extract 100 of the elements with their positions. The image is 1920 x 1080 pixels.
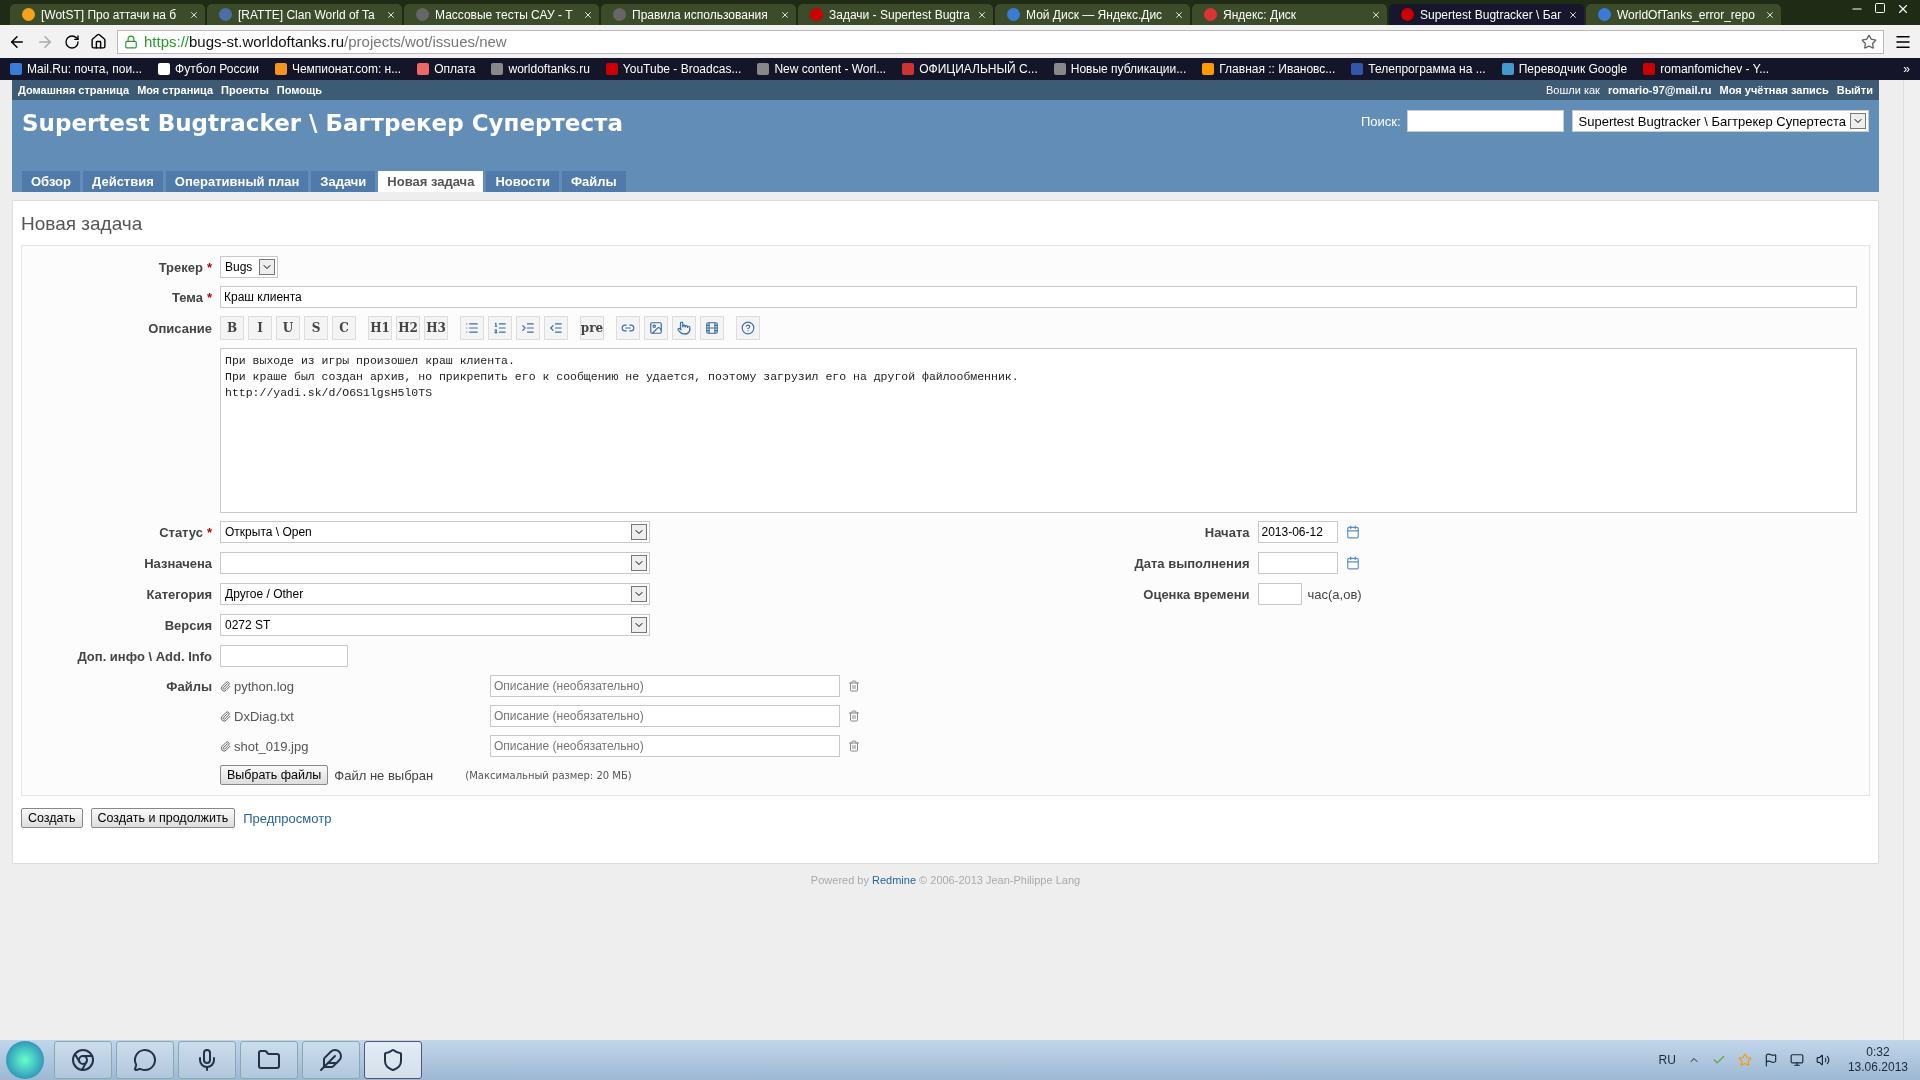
bookmark[interactable]: ОФИЦИАЛЬНЫЙ С...: [902, 62, 1038, 76]
toolbar-button[interactable]: C: [332, 316, 356, 340]
toolbar-button[interactable]: U: [276, 316, 300, 340]
reload-icon[interactable]: [64, 33, 80, 50]
bookmark[interactable]: Переводчик Google: [1501, 62, 1628, 76]
calendar-icon[interactable]: [1345, 525, 1360, 539]
browser-tab[interactable]: [RATTE] Clan World of Ta: [207, 4, 402, 25]
file-description-field[interactable]: Описание (необязательно): [490, 735, 840, 757]
input-field[interactable]: Краш клиента: [220, 286, 1857, 308]
dropdown-icon[interactable]: [631, 617, 647, 633]
bookmark[interactable]: Mail.Ru: почта, пои...: [10, 62, 143, 76]
maximize-icon[interactable]: [1874, 1, 1886, 14]
browser-tab[interactable]: Supertest Bugtracker \ Баг: [1389, 4, 1584, 25]
dropdown-icon[interactable]: [259, 259, 275, 275]
start-button[interactable]: [6, 1041, 44, 1079]
calendar-icon[interactable]: [1345, 556, 1360, 570]
select-field[interactable]: Другое / Other: [220, 583, 650, 605]
close-icon[interactable]: [1371, 9, 1381, 20]
hand-pointer-icon[interactable]: [672, 316, 696, 340]
browser-tab[interactable]: Массовые тесты САУ - Т: [404, 4, 599, 25]
clock[interactable]: 0:32 13.06.2013: [1847, 1045, 1908, 1075]
language-indicator[interactable]: RU: [1658, 1053, 1676, 1067]
toolbar-button[interactable]: B: [220, 316, 244, 340]
toolbar-button[interactable]: I: [248, 316, 272, 340]
dropdown-icon[interactable]: [1850, 113, 1866, 129]
network-icon[interactable]: [1789, 1053, 1804, 1067]
close-icon[interactable]: [1568, 9, 1578, 20]
input-field[interactable]: [220, 645, 348, 667]
select-field[interactable]: Открыта \ Open: [220, 521, 650, 543]
search-field[interactable]: [1406, 110, 1564, 132]
browser-tab[interactable]: Мой Диск — Яндекс.Дис: [995, 4, 1190, 25]
file-description-field[interactable]: Описание (необязательно): [490, 675, 840, 697]
close-icon[interactable]: [1765, 9, 1775, 20]
nav-tab[interactable]: Задачи: [311, 171, 376, 192]
browser-tab[interactable]: WorldOfTanks_error_repo: [1586, 4, 1781, 25]
numbered-list-icon[interactable]: [488, 316, 512, 340]
date-field[interactable]: [1257, 552, 1338, 574]
browser-tab[interactable]: Задачи - Supertest Bugtra: [798, 4, 993, 25]
nav-tab[interactable]: Новости: [486, 171, 559, 192]
nav-tab[interactable]: Новая задача: [378, 171, 484, 192]
taskbar-app[interactable]: [364, 1041, 422, 1079]
volume-icon[interactable]: [1815, 1053, 1830, 1067]
input-field[interactable]: [1257, 583, 1302, 605]
bookmark[interactable]: Телепрограмма на ...: [1351, 62, 1486, 76]
nav-tab[interactable]: Действия: [83, 171, 163, 192]
preview-link[interactable]: Предпросмотр: [243, 810, 332, 826]
taskbar-app[interactable]: [54, 1041, 112, 1079]
nav-tab[interactable]: Обзор: [22, 171, 80, 192]
account-link[interactable]: Моя учётная запись: [1719, 84, 1829, 96]
bookmark[interactable]: New content - Worl...: [757, 62, 887, 76]
bookmark[interactable]: romanfomichev - Y...: [1643, 62, 1770, 76]
taskbar-app[interactable]: [240, 1041, 298, 1079]
close-icon[interactable]: [583, 9, 593, 20]
delete-icon[interactable]: [848, 710, 860, 722]
browser-tab[interactable]: [WotST] Про аттачи на б: [10, 4, 205, 25]
select-field[interactable]: [220, 552, 650, 574]
project-select[interactable]: Supertest Bugtracker \ Багтрекер Супертеста: [1571, 110, 1869, 132]
taskbar-app[interactable]: [302, 1041, 360, 1079]
close-icon[interactable]: [189, 9, 199, 20]
date-field[interactable]: 2013-06-12: [1257, 521, 1338, 543]
bookmark[interactable]: worldoftanks.ru: [491, 62, 590, 76]
film-icon[interactable]: [700, 316, 724, 340]
toolbar-button[interactable]: S: [304, 316, 328, 340]
browser-tab[interactable]: Правила использования: [601, 4, 796, 25]
dropdown-icon[interactable]: [631, 555, 647, 571]
select-field[interactable]: 0272 ST: [220, 614, 650, 636]
submit-button[interactable]: Создать: [21, 808, 83, 828]
toolbar-button[interactable]: H1: [368, 316, 392, 340]
description-field[interactable]: При выходе из игры произошел краш клиента. При краше был создан архив, но прикрепить его к сообщению не удается, поэтому загрузил его на другой файлообменник. http://yadi.sk/d/O6S1lgsH5l0TS: [220, 348, 1857, 513]
close-icon[interactable]: [977, 9, 987, 20]
help-icon[interactable]: [736, 316, 760, 340]
top-menu-link[interactable]: Проекты: [221, 84, 269, 96]
close-icon[interactable]: [780, 9, 790, 20]
nav-tab[interactable]: Оперативный план: [165, 171, 309, 192]
file-description-field[interactable]: Описание (необязательно): [490, 705, 840, 727]
bookmark[interactable]: Главная :: Ивановс...: [1202, 62, 1336, 76]
account-link[interactable]: Выйти: [1836, 84, 1873, 96]
close-icon[interactable]: [386, 9, 396, 20]
more-bookmarks[interactable]: »: [1903, 62, 1910, 76]
taskbar-app[interactable]: [178, 1041, 236, 1079]
browser-tab[interactable]: Яндекс: Диск: [1192, 4, 1387, 25]
close-icon[interactable]: [1174, 9, 1184, 20]
taskbar-app[interactable]: [116, 1041, 174, 1079]
select-field[interactable]: Bugs: [220, 256, 278, 278]
top-menu-link[interactable]: Домашняя страница: [18, 84, 130, 96]
top-menu-link[interactable]: Моя страница: [137, 84, 214, 96]
image-icon[interactable]: [644, 316, 668, 340]
toolbar-button[interactable]: pre: [580, 316, 604, 340]
bookmark-star-icon[interactable]: [1861, 33, 1877, 50]
user-link[interactable]: romario-97@mail.ru: [1607, 84, 1712, 96]
top-menu-link[interactable]: Помощь: [276, 84, 323, 96]
toolbar-button[interactable]: H3: [424, 316, 448, 340]
address-bar[interactable]: https://bugs-st.worldoftanks.ru/projects/wot/issues/new: [117, 29, 1884, 54]
dropdown-icon[interactable]: [631, 524, 647, 540]
outdent-icon[interactable]: [544, 316, 568, 340]
bookmark[interactable]: Чемпионат.com: н...: [274, 62, 402, 76]
toolbar-button[interactable]: H2: [396, 316, 420, 340]
submit-button[interactable]: Создать и продолжить: [90, 808, 236, 828]
link-icon[interactable]: [616, 316, 640, 340]
dropdown-icon[interactable]: [631, 586, 647, 602]
